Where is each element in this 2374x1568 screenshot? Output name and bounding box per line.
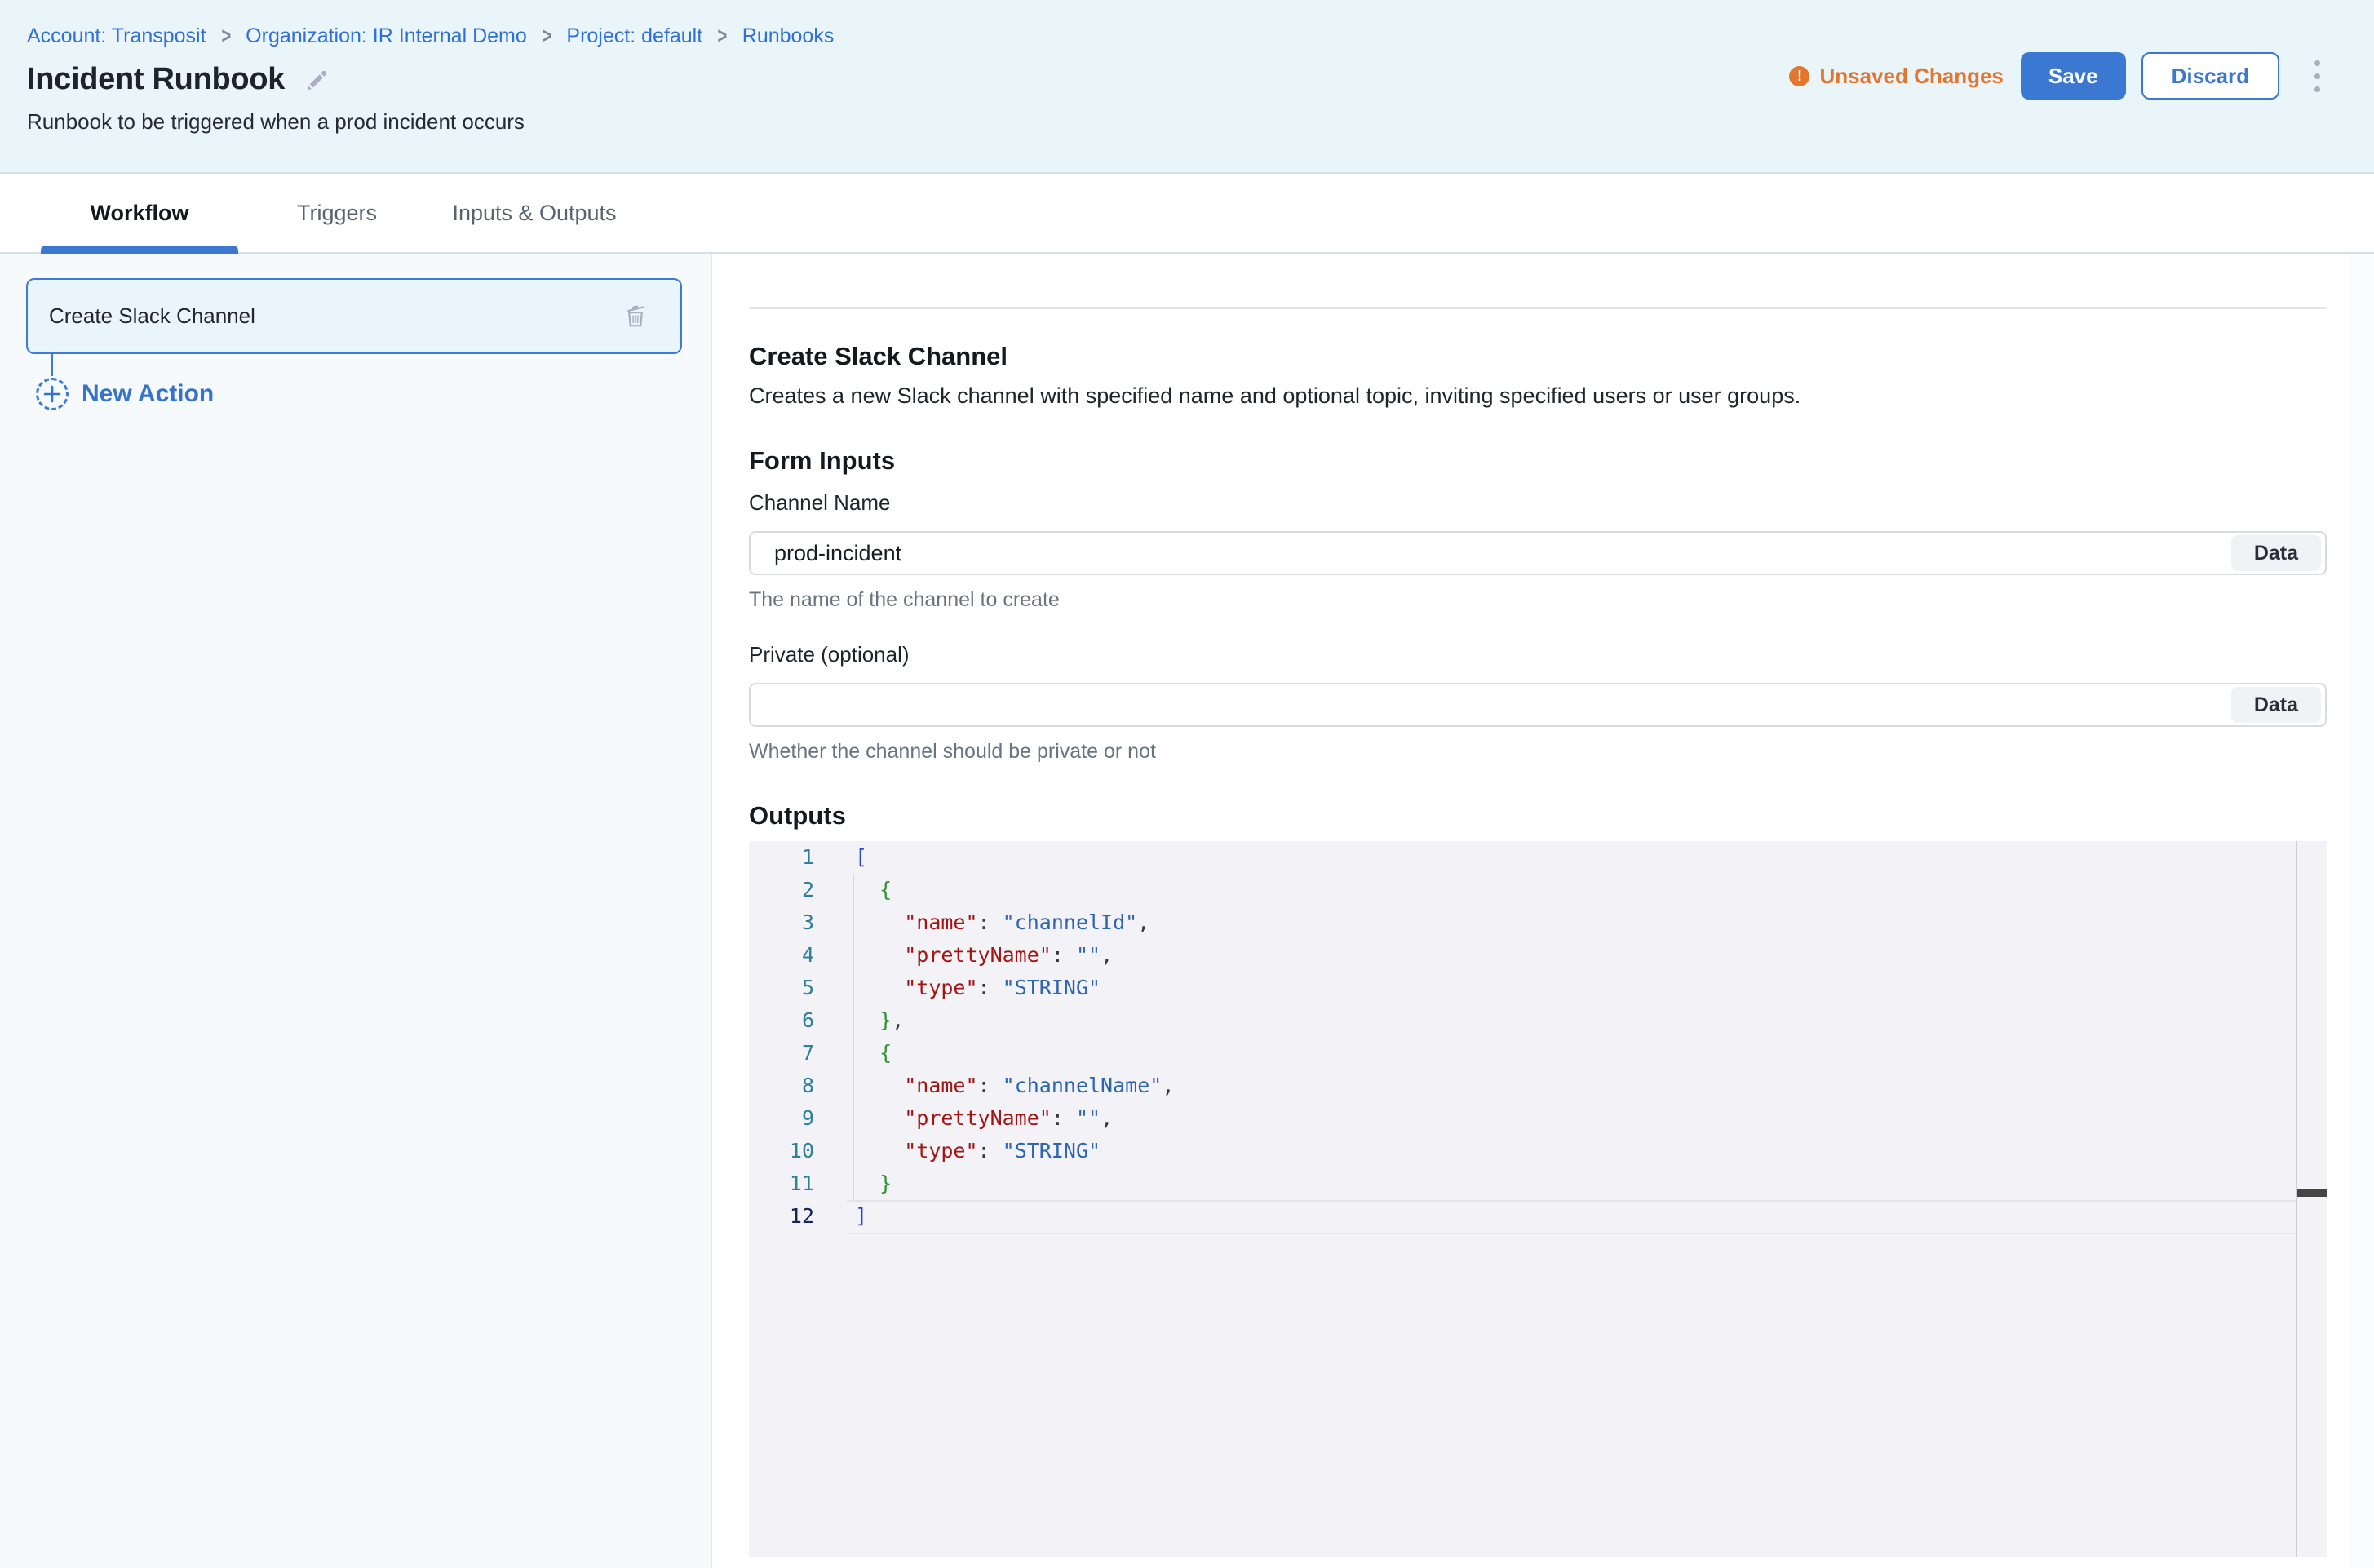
code-line: 1[ [749, 841, 2327, 874]
breadcrumb: Account: Transposit > Organization: IR I… [27, 24, 2325, 48]
tab-bar: Workflow Triggers Inputs & Outputs [0, 174, 2374, 254]
code-line: 11 } [749, 1167, 2327, 1200]
code-line: 6 }, [749, 1004, 2327, 1037]
breadcrumb-runbooks[interactable]: Runbooks [742, 24, 835, 48]
outputs-heading: Outputs [749, 801, 2327, 831]
discard-button[interactable]: Discard [2141, 52, 2279, 100]
chevron-right-icon: > [221, 24, 231, 50]
line-number: 4 [749, 939, 814, 972]
more-options-kebab-icon[interactable] [2308, 55, 2327, 97]
delete-action-trash-icon[interactable] [622, 303, 649, 330]
private-label: Private (optional) [749, 642, 2327, 667]
action-detail-title: Create Slack Channel [749, 342, 2327, 371]
action-detail-panel: Create Slack Channel Creates a new Slack… [712, 254, 2374, 1568]
channel-name-data-button[interactable]: Data [2231, 535, 2321, 571]
workflow-action-card[interactable]: Create Slack Channel [26, 278, 682, 354]
line-number: 2 [749, 874, 814, 906]
line-number: 1 [749, 841, 814, 874]
code-line: 4 "prettyName": "", [749, 939, 2327, 972]
line-number: 10 [749, 1135, 814, 1167]
chevron-right-icon: > [542, 24, 551, 50]
private-input[interactable] [774, 693, 2231, 718]
step-connector-line [51, 354, 53, 376]
private-input-wrap: Data [749, 683, 2327, 727]
app-window: Account: Transposit > Organization: IR I… [0, 0, 2374, 1568]
action-detail-description: Creates a new Slack channel with specifi… [749, 383, 2327, 409]
channel-name-input[interactable] [774, 541, 2231, 566]
code-line: 12] [749, 1200, 2327, 1233]
code-line: 3 "name": "channelId", [749, 906, 2327, 939]
editor-overview-ruler[interactable] [2296, 841, 2327, 1557]
line-number: 8 [749, 1070, 814, 1102]
private-data-button[interactable]: Data [2231, 687, 2321, 723]
line-number: 9 [749, 1102, 814, 1135]
private-helper: Whether the channel should be private or… [749, 740, 2327, 764]
outputs-code-editor[interactable]: 1[2 {3 "name": "channelId",4 "prettyName… [749, 841, 2327, 1557]
edit-title-pencil-icon[interactable] [304, 67, 330, 93]
new-action-label: New Action [82, 380, 214, 408]
unsaved-changes-badge: ! Unsaved Changes [1789, 64, 2003, 89]
code-line: 2 { [749, 874, 2327, 906]
channel-name-label: Channel Name [749, 490, 2327, 516]
outputs-code-lines: 1[2 {3 "name": "channelId",4 "prettyName… [749, 841, 2327, 1233]
channel-name-input-wrap: Data [749, 531, 2327, 575]
tab-workflow[interactable]: Workflow [41, 174, 238, 252]
workflow-steps-panel: Create Slack Channel New Action [0, 254, 712, 1568]
code-line: 7 { [749, 1037, 2327, 1070]
page-title: Incident Runbook [27, 62, 285, 97]
cursor-position-mark [2297, 1189, 2327, 1197]
breadcrumb-account[interactable]: Account: Transposit [27, 24, 206, 48]
channel-name-helper: The name of the channel to create [749, 588, 2327, 612]
save-button[interactable]: Save [2021, 52, 2126, 100]
unsaved-changes-label: Unsaved Changes [1819, 64, 2003, 89]
chevron-right-icon: > [718, 24, 728, 50]
line-number: 11 [749, 1167, 814, 1200]
line-number: 7 [749, 1037, 814, 1070]
new-action-button[interactable]: New Action [36, 378, 682, 410]
form-inputs-heading: Form Inputs [749, 446, 2327, 476]
breadcrumb-organization[interactable]: Organization: IR Internal Demo [246, 24, 527, 48]
warning-exclamation-icon: ! [1789, 66, 1809, 86]
code-line: 10 "type": "STRING" [749, 1135, 2327, 1167]
page-scrollbar-gutter[interactable] [2350, 254, 2374, 1568]
code-line: 8 "name": "channelName", [749, 1070, 2327, 1102]
page-header: Account: Transposit > Organization: IR I… [0, 0, 2374, 174]
breadcrumb-project[interactable]: Project: default [566, 24, 702, 48]
line-number: 6 [749, 1004, 814, 1037]
code-line: 9 "prettyName": "", [749, 1102, 2327, 1135]
tab-triggers[interactable]: Triggers [238, 174, 436, 252]
code-line: 5 "type": "STRING" [749, 972, 2327, 1004]
section-divider [749, 307, 2327, 309]
line-number: 5 [749, 972, 814, 1004]
action-card-label: Create Slack Channel [49, 303, 255, 329]
line-number: 12 [749, 1200, 814, 1233]
plus-icon [36, 378, 69, 410]
page-subtitle: Runbook to be triggered when a prod inci… [27, 109, 2325, 135]
tab-inputs-outputs[interactable]: Inputs & Outputs [436, 174, 633, 252]
line-number: 3 [749, 906, 814, 939]
